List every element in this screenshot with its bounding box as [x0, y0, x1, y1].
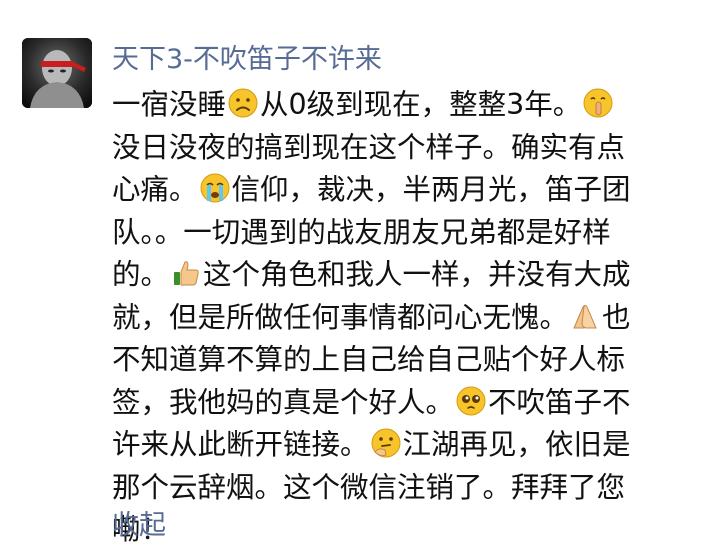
thumbs-up-icon — [171, 258, 201, 288]
post-content-line: 嘞！ — [112, 509, 684, 552]
post-content-line: 的。 这个角色和我人一样，并没有大成 — [112, 254, 684, 297]
post-text: 队。。一切遇到的战友朋友兄弟都是好样 — [112, 215, 611, 249]
post-content-line: 不知道算不算的上自己给自己贴个好人标 — [112, 339, 684, 382]
post-text: 签，我他妈的真是个好人。 — [112, 385, 455, 419]
post-text: 那个云辞烟。这个微信注销了。拜拜了您 — [112, 470, 626, 504]
post-content-line: 一宿没睡 从0级到现在，整整3年。 — [112, 84, 684, 127]
post-content-line: 那个云辞烟。这个微信注销了。拜拜了您 — [112, 467, 684, 510]
avatar[interactable] — [22, 38, 92, 108]
post-text: 这个角色和我人一样，并没有大成 — [203, 258, 631, 291]
post-text: 许来从此断开链接。 — [112, 428, 369, 461]
sad-face-icon — [228, 88, 258, 118]
post-text: 一宿没睡 — [112, 88, 227, 121]
post-text: 的。 — [112, 258, 170, 291]
post-text: 心痛。 — [112, 173, 198, 206]
post-content-line: 没日没夜的搞到现在这个样子。确实有点 — [112, 127, 684, 170]
shush-face-icon — [583, 88, 613, 118]
post-text: 信仰，裁决，半两月光，笛子团 — [231, 173, 631, 206]
post-text: 从0级到现在，整整3年。 — [260, 88, 582, 121]
post-content-line: 队。。一切遇到的战友朋友兄弟都是好样 — [112, 212, 684, 255]
post-content-line: 签，我他妈的真是个好人。 不吹笛子不 — [112, 382, 684, 425]
post-text: 没日没夜的搞到现在这个样子。确实有点 — [112, 130, 626, 164]
post-text: 也 — [602, 300, 631, 334]
pleading-face-icon — [456, 386, 486, 416]
post-text: 江湖再见，依旧是 — [402, 428, 631, 461]
collapse-link[interactable]: 收起 — [112, 506, 166, 546]
moments-post: 天下3-不吹笛子不许来 一宿没睡 从0级到现在，整整3年。 没日没夜的搞到现在这个样… — [0, 0, 720, 560]
clasped-hands-icon — [570, 301, 600, 331]
crying-face-icon — [200, 173, 230, 203]
username[interactable]: 天下3-不吹笛子不许来 — [112, 40, 382, 80]
post-text: 就，但是所做任何事情都问心无愧。 — [112, 300, 569, 334]
post-content-line: 心痛。 信仰，裁决，半两月光，笛子团 — [112, 169, 684, 212]
post-content: 一宿没睡 从0级到现在，整整3年。 没日没夜的搞到现在这个样子。确实有点 心痛。 信仰，… — [112, 84, 684, 552]
post-content-line: 就，但是所做任何事情都问心无愧。也 — [112, 297, 684, 340]
thinking-face-icon — [371, 428, 401, 458]
post-text: 不吹笛子不 — [488, 385, 631, 419]
post-content-line: 许来从此断开链接。 江湖再见，依旧是 — [112, 424, 684, 467]
post-text: 不知道算不算的上自己给自己贴个好人标 — [112, 343, 626, 376]
